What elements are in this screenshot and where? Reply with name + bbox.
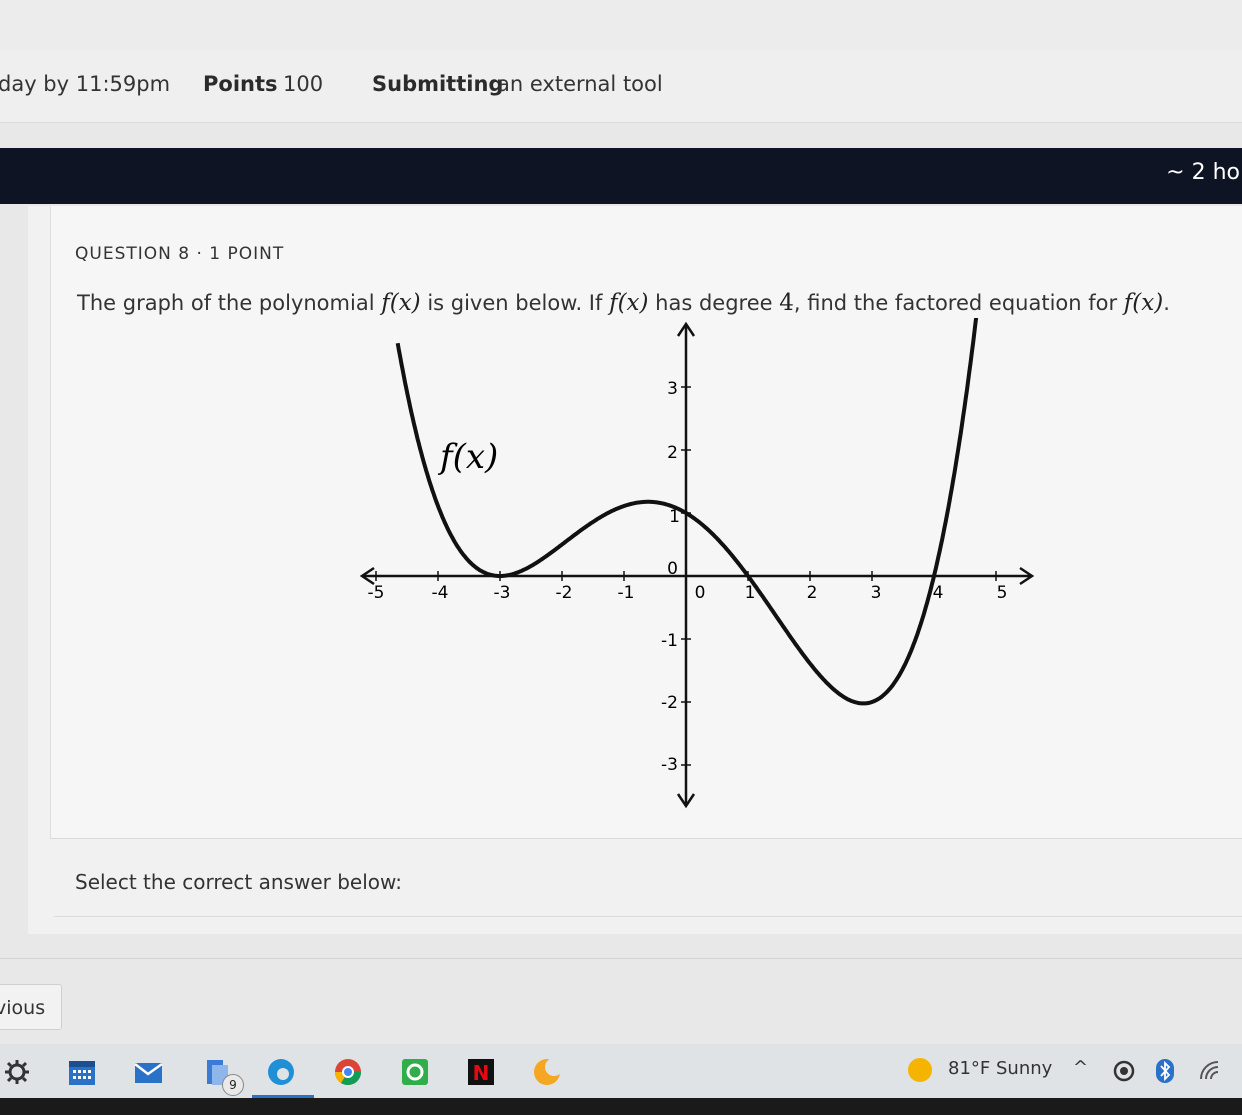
curve-label: f(x) xyxy=(437,437,498,477)
sun-weather-icon xyxy=(908,1058,932,1082)
answer-prompt: Select the correct answer below: xyxy=(75,870,403,894)
browser-top-band xyxy=(0,0,1242,51)
chrome-icon[interactable] xyxy=(333,1057,363,1087)
polynomial-graph: -5 -4 -3 -2 -1 0 1 2 3 4 5 3 2 1 0 -1 -2… xyxy=(359,318,1035,809)
submitting-label: Submitting xyxy=(372,72,504,96)
weather-text[interactable]: 81°F Sunny xyxy=(948,1058,1052,1079)
x-tick-label: 0 xyxy=(695,583,706,603)
screen-bezel xyxy=(0,1098,1242,1115)
edge-icon[interactable] xyxy=(266,1057,296,1087)
question-header: QUESTION 8 · 1 POINT xyxy=(75,244,285,264)
previous-button[interactable]: vious xyxy=(0,984,62,1030)
submitting-value: an external tool xyxy=(497,72,663,96)
x-tick-label: -1 xyxy=(618,583,635,603)
x-tick-label: -3 xyxy=(494,583,511,603)
calendar-icon[interactable] xyxy=(67,1057,97,1087)
question-text: The graph of the polynomial f(x) is give… xyxy=(77,290,1170,316)
divider xyxy=(0,958,1242,959)
x-tick-label: -5 xyxy=(368,583,385,603)
badge-count: 9 xyxy=(222,1074,244,1096)
y-tick-label: 2 xyxy=(667,443,678,463)
previous-label: vious xyxy=(0,997,46,1019)
y-tick-label: -3 xyxy=(661,755,678,775)
wifi-icon[interactable] xyxy=(1198,1059,1222,1083)
bluetooth-icon[interactable] xyxy=(1154,1058,1176,1084)
due-date: day by 11:59pm xyxy=(0,72,171,96)
moon-app-icon[interactable] xyxy=(532,1057,562,1087)
windows-taskbar: 9 N 81°F Sunny ^ xyxy=(0,1044,1242,1098)
points-value: 100 xyxy=(283,72,324,96)
x-tick-label: -4 xyxy=(432,583,449,603)
y-tick-label: -2 xyxy=(661,693,678,713)
quiz-timer-bar: ~ 2 ho xyxy=(0,148,1242,204)
record-icon[interactable] xyxy=(1112,1059,1136,1083)
points-label: Points xyxy=(203,72,278,96)
x-tick-label: 4 xyxy=(933,583,944,603)
y-tick-label: 0 xyxy=(667,559,678,579)
netflix-icon[interactable]: N xyxy=(466,1057,496,1087)
settings-icon[interactable] xyxy=(2,1057,32,1087)
app-icon[interactable] xyxy=(400,1057,430,1087)
x-tick-label: 2 xyxy=(807,583,818,603)
polynomial-curve xyxy=(395,318,979,706)
x-tick-label: -2 xyxy=(556,583,573,603)
x-tick-label: 3 xyxy=(871,583,882,603)
svg-text:N: N xyxy=(473,1061,490,1085)
chevron-up-icon[interactable]: ^ xyxy=(1073,1057,1088,1078)
divider xyxy=(54,916,1242,917)
y-tick-label: -1 xyxy=(661,631,678,651)
assignment-info-bar: day by 11:59pm Points 100 Submitting an … xyxy=(0,50,1242,123)
mail-icon[interactable] xyxy=(133,1057,163,1087)
x-tick-label: 5 xyxy=(997,583,1008,603)
timer-text: ~ 2 ho xyxy=(1166,160,1240,185)
y-tick-label: 3 xyxy=(667,379,678,399)
